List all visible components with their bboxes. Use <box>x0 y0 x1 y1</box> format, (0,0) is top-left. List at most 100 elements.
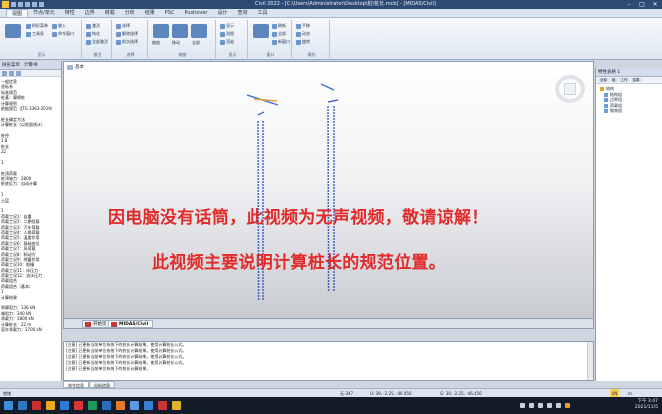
ribbon-button[interactable]: 激活 <box>86 23 100 29</box>
left-panel-tab[interactable]: 树形菜单 <box>2 61 20 69</box>
ribbon-button[interactable]: 消隐 <box>220 31 234 37</box>
tree-menu-icon[interactable] <box>5 24 21 38</box>
taskbar-app-icon[interactable] <box>102 401 111 410</box>
tab-results[interactable]: 结果 <box>140 9 160 17</box>
ribbon-button[interactable]: 输入 <box>52 23 66 29</box>
tab-psc[interactable]: PSC <box>160 9 180 17</box>
ribbon-button[interactable]: 命令窗口 <box>52 31 74 37</box>
group-icon <box>604 103 608 108</box>
taskbar-app-icon[interactable] <box>60 401 69 410</box>
app-logo-icon[interactable] <box>2 1 9 8</box>
pile-node <box>262 142 264 144</box>
taskbar-app-icon[interactable] <box>172 401 181 410</box>
ribbon-button[interactable]: 选择 <box>116 23 130 29</box>
zoom-icon[interactable] <box>153 24 169 38</box>
ribbon-button[interactable]: 旋转 <box>296 39 310 45</box>
pdf-icon[interactable] <box>158 401 167 410</box>
tray-icon[interactable] <box>529 403 534 408</box>
redo-icon[interactable] <box>39 2 44 7</box>
tab-node-element[interactable]: 节点/单元 <box>28 9 60 17</box>
ribbon-button[interactable]: 平移 <box>296 23 310 29</box>
taskbar-clock[interactable]: 下午 3:47 2021/11/5 <box>635 399 658 411</box>
ribbon-button[interactable]: 钝化 <box>86 31 100 37</box>
left-panel-tab[interactable]: 计算书 <box>24 61 38 69</box>
pile-node <box>257 277 260 279</box>
ribbon-button[interactable]: 工具条 <box>26 31 44 37</box>
taskbar-app-icon[interactable] <box>32 401 41 410</box>
autocad-icon[interactable] <box>74 401 83 410</box>
ribbon-button[interactable]: 渲染 <box>220 39 234 45</box>
tab-group[interactable]: 组 <box>610 78 618 82</box>
open-file-icon[interactable] <box>18 2 23 7</box>
tab-analysis-message[interactable]: 分析信息 <box>89 381 115 388</box>
tab-command-message[interactable]: 命令信息 <box>63 381 89 388</box>
ribbon-button[interactable]: 动态 <box>296 31 310 37</box>
save-icon[interactable] <box>25 2 30 7</box>
ribbon-group-label: 窗口 <box>266 52 275 57</box>
pile-head-1[interactable] <box>257 111 265 116</box>
tray-icon[interactable] <box>538 403 543 408</box>
tab-result[interactable]: 结果 <box>630 78 642 82</box>
pile-node <box>333 283 335 285</box>
volume-icon[interactable] <box>547 403 552 408</box>
taskbar-app-icon[interactable] <box>116 401 125 410</box>
model-viewport[interactable]: 基本 因电脑没有话筒，此视频为无声视频，敬请谅解！ 此视频主要说明计算桩长的规范… <box>63 61 594 319</box>
pile-node <box>257 295 260 297</box>
tab-view[interactable]: 视图 <box>6 9 29 17</box>
ribbon-button[interactable]: 解除选择 <box>116 31 138 37</box>
tab-properties[interactable]: 特性 <box>60 9 80 17</box>
tree-item-tendon-group[interactable]: 钢束组 <box>598 108 660 114</box>
tab-midas-civil[interactable]: MIDAS/Civil <box>108 320 154 328</box>
group-icon <box>604 109 608 113</box>
ribbon-button[interactable]: 移动 <box>172 40 180 46</box>
expand-icon[interactable] <box>2 71 7 76</box>
refresh-icon[interactable] <box>16 71 21 76</box>
tab-pushover[interactable]: Pushover <box>179 9 212 17</box>
wechat-icon[interactable] <box>88 401 97 410</box>
pile-node <box>327 154 330 156</box>
input-method-icon[interactable] <box>565 403 570 408</box>
tray-icon[interactable] <box>520 403 525 408</box>
tab-query[interactable]: 查询 <box>233 9 253 17</box>
window-icon[interactable] <box>253 24 269 38</box>
close-icon[interactable]: ✕ <box>650 0 660 9</box>
pile-node <box>327 238 330 240</box>
collapse-icon[interactable] <box>9 71 14 76</box>
tab-analysis[interactable]: 分析 <box>120 9 140 17</box>
new-file-icon[interactable] <box>11 2 16 7</box>
maximize-icon[interactable]: □ <box>637 0 647 9</box>
tab-tools[interactable]: 工具 <box>253 9 273 17</box>
tab-boundary[interactable]: 边界 <box>80 9 100 17</box>
search-icon[interactable] <box>18 401 27 410</box>
pile-node <box>327 283 330 285</box>
ribbon-button[interactable]: 全部 <box>192 40 200 46</box>
tab-work[interactable]: 工作 <box>618 78 630 82</box>
pile-head-2[interactable] <box>327 99 339 103</box>
pan-icon[interactable] <box>172 24 188 38</box>
ribbon-button[interactable]: 全部 <box>272 31 286 37</box>
ribbon-button[interactable]: 缩放 <box>152 40 160 46</box>
message-scrollbar[interactable] <box>587 342 593 380</box>
tab-load[interactable]: 荷载 <box>100 9 120 17</box>
pile-node <box>257 172 260 174</box>
ribbon-button[interactable]: 刷新 <box>272 23 286 29</box>
taskbar-app-icon[interactable] <box>130 401 139 410</box>
tab-design[interactable]: 设计 <box>213 9 233 17</box>
file-explorer-icon[interactable] <box>46 401 55 410</box>
midas-civil-taskbar-icon[interactable] <box>144 401 153 410</box>
ribbon-button[interactable]: 新窗口 <box>272 39 290 45</box>
undo-icon[interactable] <box>32 2 37 7</box>
tab-all[interactable]: 全部 <box>598 78 609 82</box>
fit-all-icon[interactable] <box>191 24 207 38</box>
ribbon-button[interactable]: 全部激活 <box>86 39 108 45</box>
pile-node <box>262 145 264 147</box>
start-menu-icon[interactable] <box>4 401 13 410</box>
pile-node <box>333 145 335 147</box>
ribbon-button[interactable]: 前次选择 <box>116 39 138 45</box>
ribbon-group-render: 显示 消隐 渲染 显示 <box>218 20 248 58</box>
pile-cap-2[interactable] <box>320 83 335 91</box>
ribbon-button[interactable]: 树形菜单 <box>26 23 48 29</box>
ribbon-button[interactable]: 显示 <box>220 23 234 29</box>
minimize-icon[interactable]: – <box>624 0 634 9</box>
network-icon[interactable] <box>556 403 561 408</box>
